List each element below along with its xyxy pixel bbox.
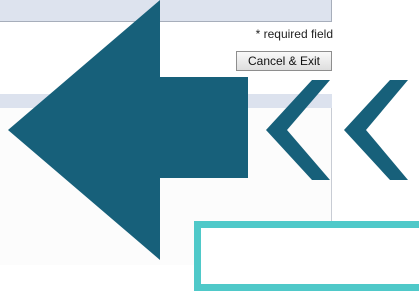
chevron-left-icon xyxy=(266,80,330,180)
callout-box xyxy=(194,221,419,291)
chevron-left-icon xyxy=(344,80,408,180)
